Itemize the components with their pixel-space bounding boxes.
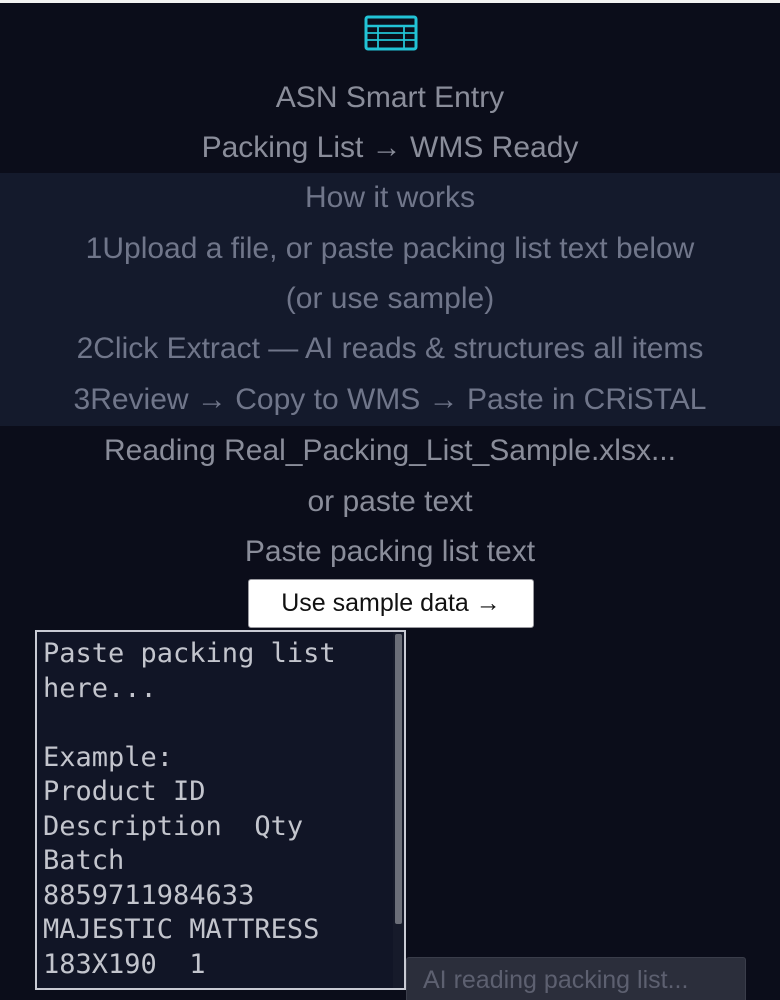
step-3: 3Review → Copy to WMS → Paste in CRiSTAL [0, 375, 780, 425]
step-number: 1 [85, 232, 103, 265]
upload-status: Reading Real_Packing_List_Sample.xlsx... [104, 434, 676, 467]
textarea-scrollbar[interactable] [393, 632, 404, 988]
how-it-works-panel: How it works 1Upload a file, or paste pa… [0, 173, 780, 426]
step-text: Click Extract — AI reads & structures al… [93, 332, 704, 365]
step-2: 2Click Extract — AI reads & structures a… [0, 324, 780, 374]
app-root: ASN Smart Entry Packing List → WMS Ready… [0, 0, 780, 1000]
step-text: Upload a file, or paste packing list tex… [102, 232, 695, 265]
scrollbar-thumb[interactable] [395, 634, 402, 924]
table-icon [364, 15, 418, 51]
or-paste-label: or paste text [307, 485, 473, 518]
paste-label: Paste packing list text [244, 535, 536, 568]
app-title: ASN Smart Entry [275, 81, 505, 114]
packing-list-textarea[interactable] [37, 632, 393, 988]
step-1: 1Upload a file, or paste packing list te… [0, 224, 780, 274]
paste-area-container [35, 630, 406, 990]
step-text: Review → Copy to WMS → Paste in CRiSTAL [90, 383, 707, 416]
use-sample-data-button[interactable]: Use sample data → [248, 579, 534, 628]
extract-button[interactable]: AI reading packing list... [406, 957, 746, 1000]
step-number: 2 [76, 332, 94, 365]
how-it-works-heading: How it works [304, 181, 476, 214]
step-1-continued: (or use sample) [285, 282, 495, 315]
app-subtitle: Packing List → WMS Ready [201, 131, 579, 164]
step-number: 3 [73, 383, 91, 416]
